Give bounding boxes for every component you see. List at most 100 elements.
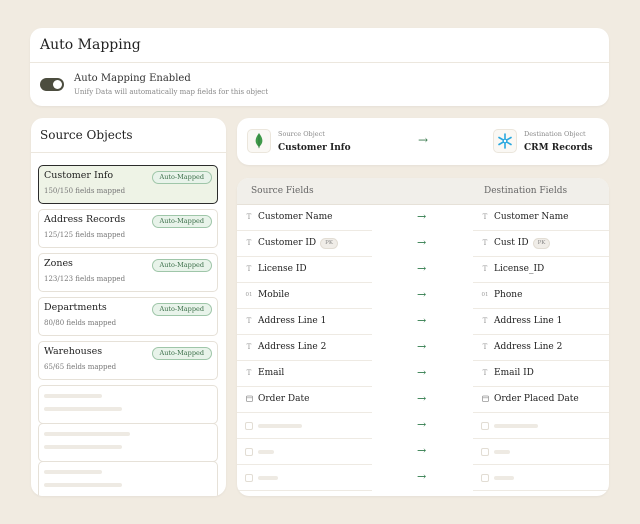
arrow-right-icon: → (417, 288, 427, 301)
object-field-count: 125/125 fields mapped (44, 231, 126, 239)
auto-mapped-badge: Auto-Mapped (151, 171, 212, 184)
destination-field-name: Phone (494, 290, 523, 300)
primary-key-badge: PK (320, 238, 338, 249)
destination-field-placeholder (473, 465, 609, 491)
destination-field: T Customer Name (473, 205, 609, 231)
placeholder-icon (481, 448, 489, 456)
destination-object-value: CRM Records (524, 143, 593, 153)
source-field-name: Mobile (258, 290, 290, 300)
destination-field: T Address Line 1 (473, 309, 609, 335)
placeholder-icon (481, 474, 489, 482)
arrow-right-icon: → (417, 210, 427, 223)
source-field-name: Customer Name (258, 212, 333, 222)
text-type-icon: T (482, 369, 488, 377)
placeholder-icon (245, 448, 253, 456)
arrow-right-icon: → (417, 314, 427, 327)
arrow-right-icon: → (417, 236, 427, 249)
placeholder-line (44, 407, 122, 411)
source-field-name: Address Line 2 (258, 342, 327, 352)
source-object-placeholder (38, 423, 218, 462)
source-field-name: Email (258, 368, 285, 378)
field-label: Cust ID (494, 238, 529, 248)
source-field-name: Address Line 1 (258, 316, 327, 326)
source-field: T Email (237, 361, 372, 387)
destination-field-placeholder (473, 439, 609, 465)
source-field-placeholder (237, 465, 372, 491)
field-mapping-row[interactable]: T License ID → T License_ID (237, 257, 609, 283)
calendar-icon (481, 395, 489, 404)
placeholder-line (494, 476, 514, 480)
destination-object-label: Destination Object (524, 130, 586, 138)
text-type-icon: T (482, 239, 488, 247)
placeholder-line (258, 476, 278, 480)
text-type-icon: T (482, 213, 488, 221)
source-object-address-records[interactable]: Address Records 125/125 fields mapped Au… (38, 209, 218, 248)
destination-field: T Cust ID PK (473, 231, 609, 257)
placeholder-line (258, 450, 274, 454)
placeholder-icon (245, 422, 253, 430)
source-fields-header: Source Fields (251, 186, 314, 196)
destination-field-name: Address Line 2 (494, 342, 563, 352)
placeholder-line (494, 424, 538, 428)
source-object-departments[interactable]: Departments 80/80 fields mapped Auto-Map… (38, 297, 218, 336)
placeholder-row: → (237, 413, 609, 439)
arrow-right-icon: → (417, 340, 427, 353)
source-object-zones[interactable]: Zones 123/123 fields mapped Auto-Mapped (38, 253, 218, 292)
snowflake-icon (493, 129, 517, 153)
placeholder-row: → (237, 439, 609, 465)
field-mapping-row[interactable]: Order Date → Order Placed Date (237, 387, 609, 413)
field-mapping-row[interactable]: T Email → T Email ID (237, 361, 609, 387)
text-type-icon: T (246, 265, 252, 273)
source-objects-title: Source Objects (40, 128, 133, 142)
source-object-warehouses[interactable]: Warehouses 65/65 fields mapped Auto-Mapp… (38, 341, 218, 380)
destination-field-name: Order Placed Date (494, 394, 579, 404)
field-mapping-row[interactable]: 01 Mobile → 01 Phone (237, 283, 609, 309)
toggle-description: Unify Data will automatically map fields… (74, 88, 269, 96)
field-mapping-row[interactable]: T Customer Name → T Customer Name (237, 205, 609, 231)
text-type-icon: T (482, 317, 488, 325)
destination-field-name: Email ID (494, 368, 534, 378)
auto-mapped-badge: Auto-Mapped (151, 347, 212, 360)
source-field: T Address Line 2 (237, 335, 372, 361)
source-field: T Customer ID PK (237, 231, 372, 257)
number-type-icon: 01 (481, 292, 489, 298)
source-field-name: Customer ID PK (258, 238, 338, 249)
arrow-right-icon: → (417, 444, 427, 457)
arrow-right-icon: → (417, 470, 427, 483)
object-mapping-header: Source Object Customer Info → Destinatio… (237, 118, 609, 165)
text-type-icon: T (246, 239, 252, 247)
destination-field: T Address Line 2 (473, 335, 609, 361)
source-field-name: License ID (258, 264, 307, 274)
source-field-name: Order Date (258, 394, 310, 404)
source-object-placeholder (38, 385, 218, 424)
placeholder-line (44, 470, 102, 474)
placeholder-row: → (237, 465, 609, 491)
field-mapping-row[interactable]: T Address Line 1 → T Address Line 1 (237, 309, 609, 335)
source-object-placeholder (38, 461, 218, 496)
object-name: Zones (44, 258, 73, 269)
field-label: Customer ID (258, 238, 317, 248)
object-name: Warehouses (44, 346, 103, 357)
destination-field-name: Address Line 1 (494, 316, 563, 326)
source-field: T Customer Name (237, 205, 372, 231)
mongodb-leaf-icon (247, 129, 271, 153)
placeholder-line (258, 424, 302, 428)
auto-mapping-toggle[interactable] (40, 78, 64, 91)
text-type-icon: T (246, 317, 252, 325)
destination-fields-header: Destination Fields (484, 186, 568, 196)
source-object-customer-info[interactable]: Customer Info 150/150 fields mapped Auto… (38, 165, 218, 204)
field-mapping-row[interactable]: T Customer ID PK → T Cust ID PK (237, 231, 609, 257)
source-field-placeholder (237, 439, 372, 465)
source-object-value: Customer Info (278, 143, 351, 153)
object-name: Address Records (44, 214, 126, 225)
destination-field: 01 Phone (473, 283, 609, 309)
text-type-icon: T (482, 343, 488, 351)
object-name: Customer Info (44, 170, 114, 181)
arrow-right-icon: → (417, 418, 427, 431)
auto-mapped-badge: Auto-Mapped (151, 303, 212, 316)
number-type-icon: 01 (245, 292, 253, 298)
object-field-count: 65/65 fields mapped (44, 363, 117, 371)
arrow-right-icon: → (418, 133, 429, 147)
field-mapping-row[interactable]: T Address Line 2 → T Address Line 2 (237, 335, 609, 361)
destination-field-name: License_ID (494, 264, 545, 274)
